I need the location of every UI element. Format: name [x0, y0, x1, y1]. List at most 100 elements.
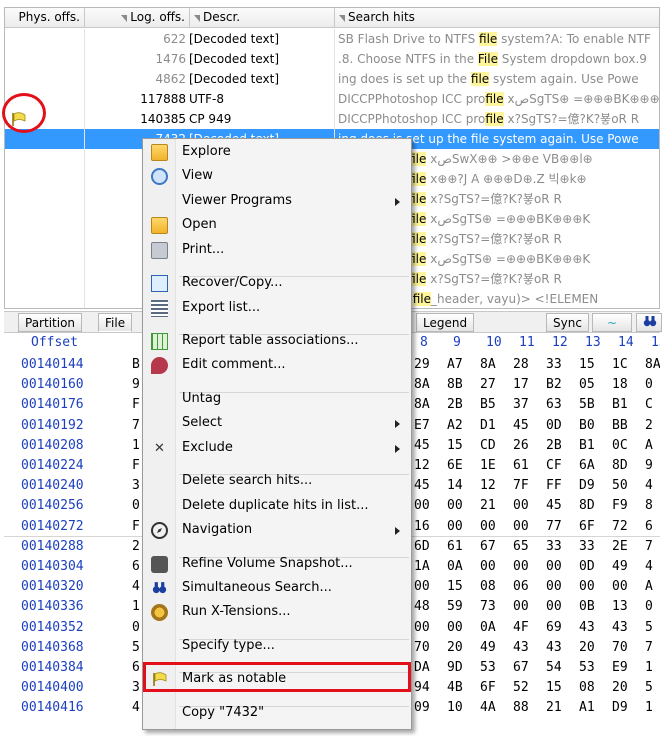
menu-item-specify-type[interactable]: Specify type...	[145, 635, 409, 657]
hex-byte: 3	[132, 478, 140, 494]
file-tab[interactable]: File	[98, 313, 133, 332]
hex-byte: 12	[480, 478, 496, 494]
hex-byte: 8D	[612, 458, 628, 473]
hex-byte: 00	[513, 498, 529, 514]
menu-item-print[interactable]: Print...	[145, 239, 409, 261]
hex-byte: 43	[612, 619, 628, 635]
menu-item-label: Copy "7432"	[182, 705, 265, 720]
phys-offs-cell	[5, 69, 85, 89]
hex-byte: 0C	[612, 437, 628, 453]
submenu-arrow-icon	[395, 527, 400, 535]
menu-item-simultaneous-search[interactable]: Simultaneous Search...	[145, 577, 409, 599]
hex-column-header: 9	[453, 335, 461, 350]
filter-icon[interactable]	[339, 15, 345, 22]
hex-byte: 63	[546, 397, 562, 413]
hex-byte: 1	[645, 700, 653, 716]
menu-item-delete-duplicate-hits-in-list[interactable]: Delete duplicate hits in list...	[145, 495, 409, 517]
hex-offset: 00140368	[21, 639, 84, 655]
hex-byte: 0	[132, 619, 140, 635]
hex-byte: 13	[612, 599, 628, 615]
hex-byte: 06	[513, 579, 529, 595]
hex-byte: DA	[414, 660, 430, 675]
hex-byte: 0	[645, 599, 653, 615]
menu-item-select[interactable]: Select	[145, 412, 409, 434]
hex-byte: 8A	[480, 357, 496, 372]
filter-icon[interactable]	[121, 15, 128, 22]
hex-column-header: 11	[519, 335, 535, 350]
table-row[interactable]: 4862 [Decoded text] ing does is set up th…	[5, 69, 659, 89]
hex-byte: 65	[513, 538, 529, 554]
phys-offs-cell	[5, 249, 85, 269]
hex-offset: 00140272	[21, 518, 84, 534]
menu-item-refine-volume-snapshot[interactable]: Refine Volume Snapshot...	[145, 553, 409, 575]
hex-offset: 00140416	[21, 700, 84, 716]
hit-context-after: x?SgTS?=億?K?뵿oR R	[503, 112, 640, 126]
menu-item-exclude[interactable]: ✕ Exclude	[145, 437, 409, 459]
binoculars-icon[interactable]	[636, 313, 662, 332]
menu-item-run-x-tensions[interactable]: Run X-Tensions...	[145, 601, 409, 623]
wave-icon[interactable]: ~	[592, 313, 632, 332]
menu-item-report-table-associations[interactable]: Report table associations...	[145, 330, 409, 352]
menu-item-untag[interactable]: Untag	[145, 388, 409, 410]
hex-byte: 67	[480, 538, 496, 554]
table-row[interactable]: 117888 UTF-8 DICCPPhotoshop ICC profile xص…	[5, 89, 659, 109]
log-offs-cell: 622	[163, 32, 186, 46]
table-row[interactable]: 140385 CP 949 DICCPPhotoshop ICC profile x…	[5, 109, 659, 129]
menu-item-export-list[interactable]: Export list...	[145, 297, 409, 319]
table-row[interactable]: 622 [Decoded text] SB Flash Drive to NTFS …	[5, 29, 659, 49]
hex-byte: 3	[132, 680, 140, 696]
hex-byte: 37	[513, 397, 529, 413]
hit-context-before: SB Flash Drive to NTFS	[338, 32, 480, 46]
column-header-descr[interactable]: Descr.	[190, 8, 335, 28]
table-row[interactable]: 1476 [Decoded text] .8. Choose NTFS in the…	[5, 49, 659, 69]
menu-item-explore[interactable]: Explore	[145, 141, 409, 163]
partition-tab[interactable]: Partition	[18, 313, 83, 332]
hex-offset: 00140224	[21, 458, 84, 473]
menu-item-open[interactable]: Open	[145, 214, 409, 236]
menu-item-recover-copy[interactable]: Recover/Copy...	[145, 272, 409, 294]
log-offs-cell: 4862	[155, 72, 186, 86]
menu-item-label: View	[182, 168, 213, 183]
column-header-log-offs[interactable]: Log. offs.	[85, 8, 190, 28]
hex-byte: 15	[447, 579, 463, 595]
hex-byte: 77	[546, 518, 562, 534]
hex-byte: 6F	[579, 518, 595, 534]
hex-byte: 8	[645, 498, 653, 514]
hit-context-after: xصSgTS⊕ =⊕⊕⊕BK⊕⊕⊕K	[426, 252, 591, 266]
sync-button[interactable]: Sync	[546, 313, 589, 332]
column-header-phys-offs[interactable]: Phys. offs.	[5, 8, 85, 28]
hit-keyword: file	[470, 132, 490, 146]
menu-item-label: Run X-Tensions...	[182, 604, 291, 619]
hex-byte: 08	[480, 579, 496, 595]
legend-button[interactable]: Legend	[416, 313, 475, 332]
menu-item-navigation[interactable]: Navigation	[145, 519, 409, 541]
hex-byte: 54	[546, 660, 562, 675]
menu-item-delete-search-hits[interactable]: Delete search hits...	[145, 470, 409, 492]
column-header-search-hits[interactable]: Search hits	[335, 8, 659, 28]
hit-context-after: _header, vayu)> <!ELEMEN	[431, 292, 599, 306]
filter-icon[interactable]	[194, 15, 200, 22]
menu-item-copy-7432[interactable]: Copy "7432"	[145, 702, 409, 724]
hit-context-after: System dropdown box.9	[497, 52, 647, 66]
view-icon	[151, 168, 168, 185]
hit-keyword: file	[470, 72, 490, 86]
hex-byte: 00	[480, 559, 496, 574]
hex-byte: A7	[447, 357, 463, 372]
menu-item-viewer-programs[interactable]: Viewer Programs	[145, 190, 409, 212]
hex-offset: 00140192	[21, 417, 84, 433]
folder-explore-icon	[151, 144, 168, 161]
hex-column-header: 13	[585, 335, 601, 350]
hex-byte: 10	[447, 700, 463, 716]
hex-byte: 5	[645, 619, 653, 635]
hex-byte: 6	[645, 518, 653, 534]
log-offs-cell: 140385	[140, 112, 186, 126]
hex-byte: 21	[480, 498, 496, 514]
hex-offset: 00140400	[21, 680, 84, 696]
hex-byte: 33	[579, 538, 595, 554]
menu-item-edit-comment[interactable]: Edit comment...	[145, 354, 409, 376]
hex-byte: 4	[132, 700, 140, 716]
hex-byte: 0	[132, 498, 140, 514]
hex-byte: 4	[645, 559, 653, 574]
context-menu: Explore View Viewer Programs Open Print... Re…	[142, 138, 412, 730]
menu-item-view[interactable]: View	[145, 165, 409, 187]
